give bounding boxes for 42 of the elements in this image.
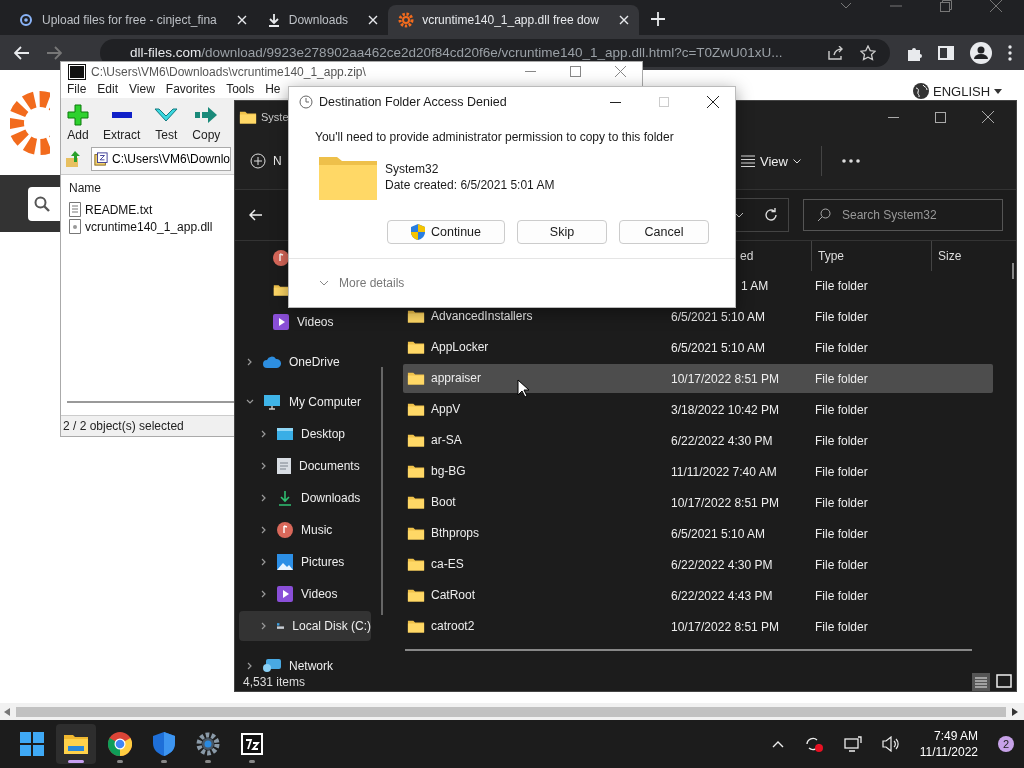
file-type: File folder (815, 588, 869, 603)
file-name: CatRoot (431, 588, 476, 603)
date-modified: 6/22/2022 4:30 PM (671, 433, 773, 448)
file-name: ca-ES (431, 557, 464, 572)
date-modified: 10/17/2022 8:51 PM (671, 371, 780, 386)
date-modified: 6/22/2022 4:43 PM (671, 588, 773, 603)
file-type: File folder (815, 433, 869, 448)
file-name: AdvancedInstallers (431, 309, 533, 324)
file-type: File folder (815, 619, 869, 634)
date-modified: 3/18/2022 10:42 PM (671, 402, 780, 417)
file-type: File folder (815, 371, 869, 386)
dialog-message: You'll need to provide administrator permission to copy to this folder (314, 129, 675, 144)
file-name: appraiser (431, 371, 482, 386)
file-name: Boot (431, 495, 456, 510)
file-name: Bthprops (431, 526, 480, 541)
file-name: catroot2 (431, 619, 475, 634)
window-title: Syste (261, 111, 289, 123)
file-name: ar-SA (431, 433, 462, 448)
date-modified: 10/17/2022 8:51 PM (671, 495, 780, 510)
date-modified: 10/17/2022 8:51 PM (671, 619, 780, 634)
file-type: File folder (815, 557, 869, 572)
date-modified: 6/5/2021 5:10 AM (671, 526, 766, 541)
file-type: File folder (815, 495, 869, 510)
date-modified: 6/5/2021 5:10 AM (671, 340, 766, 355)
file-type: File folder (815, 340, 869, 355)
dialog-title: Destination Folder Access Denied (319, 95, 507, 109)
file-name: AppV (431, 402, 461, 417)
date-modified: 6/5/2021 5:10 AM (671, 309, 766, 324)
file-type: File folder (815, 464, 869, 479)
item-count: 4,531 items (243, 675, 306, 689)
file-type: File folder (815, 526, 869, 541)
file-type: File folder (815, 278, 869, 293)
file-name: bg-BG (431, 464, 466, 479)
file-type: File folder (815, 402, 869, 417)
date-modified: 1 AM (741, 278, 769, 293)
date-modified: 6/22/2022 4:30 PM (671, 557, 773, 572)
window-title: C:\Users\VM6\Downloads\vcruntime140_1_app.zip\ (91, 64, 367, 79)
date-created: Date created: 6/5/2021 5:01 AM (385, 178, 555, 192)
folder-name: System32 (385, 162, 440, 176)
file-type: File folder (815, 309, 869, 324)
date-modified: 11/11/2022 7:40 AM (671, 464, 777, 479)
file-name: AppLocker (431, 340, 489, 355)
